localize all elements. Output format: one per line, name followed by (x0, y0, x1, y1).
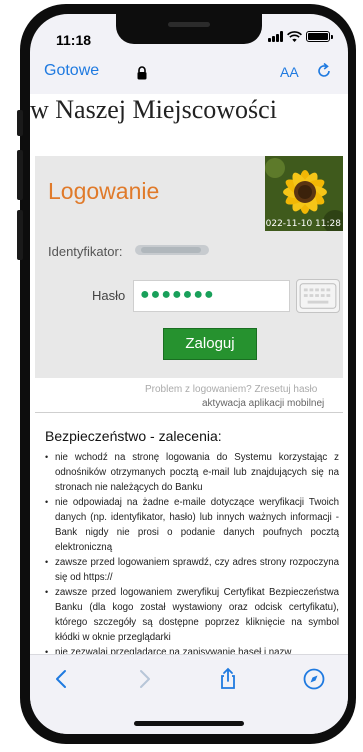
photo-date: 2022-11-10 11:28 (265, 219, 341, 229)
forward-icon[interactable] (132, 667, 156, 691)
reload-icon[interactable] (315, 62, 333, 80)
notch (116, 14, 262, 44)
status-time: 11:18 (56, 32, 92, 48)
mute-switch (17, 110, 23, 136)
virtual-keyboard-icon[interactable] (296, 279, 340, 313)
site-title: w Naszej Miejscowości (30, 95, 277, 124)
browser-top-toolbar: Gotowe AA (30, 58, 348, 88)
browser-bottom-toolbar (30, 654, 348, 734)
sunflower-photo: 2022-11-10 11:28 (265, 156, 343, 231)
password-input[interactable]: ●●●●●●● (133, 280, 290, 312)
security-item: zawsze przed logowaniem zweryfikuj Certy… (45, 585, 339, 645)
identifier-label: Identyfikator: (48, 244, 123, 259)
identifier-value-blurred (135, 245, 209, 255)
screen: 11:18 Gotowe AA w Naszej Miejscowości Lo… (30, 14, 348, 734)
status-icons (268, 31, 333, 42)
security-item: nie wchodź na stronę logowania do System… (45, 450, 339, 495)
security-item: nie odpowiadaj na żadne e-maile dotycząc… (45, 495, 339, 555)
volume-down-button (17, 210, 23, 260)
security-item: zawsze przed logowaniem sprawdź, czy adr… (45, 555, 339, 585)
share-icon[interactable] (216, 667, 240, 691)
text-size-button[interactable]: AA (280, 64, 299, 80)
security-section: Bezpieczeństwo - zalecenia: nie wchodź n… (35, 412, 343, 654)
done-button[interactable]: Gotowe (44, 62, 99, 80)
wifi-icon (287, 31, 302, 42)
login-title: Logowanie (48, 178, 160, 204)
web-content: w Naszej Miejscowości Logowanie 2022-11-… (30, 94, 348, 654)
home-indicator (134, 721, 244, 726)
security-list: nie wchodź na stronę logowania do System… (45, 450, 339, 654)
forgot-password-link[interactable]: Problem z logowaniem? Zresetuj hasło (145, 384, 317, 395)
battery-icon (306, 31, 333, 42)
compass-icon[interactable] (302, 667, 326, 691)
back-icon[interactable] (50, 667, 74, 691)
security-item: nie zezwalaj przeglądarce na zapisywanie… (45, 645, 339, 654)
security-title: Bezpieczeństwo - zalecenia: (45, 428, 222, 444)
password-label: Hasło (92, 288, 126, 303)
signal-icon (268, 31, 283, 42)
login-panel: Logowanie 2022-11-10 11:28 Identyfikator… (35, 156, 343, 409)
mobile-activation-link[interactable]: aktywacja aplikacji mobilnej (202, 398, 324, 409)
volume-up-button (17, 150, 23, 200)
lock-icon (137, 66, 147, 80)
login-button[interactable]: Zaloguj (163, 328, 257, 360)
